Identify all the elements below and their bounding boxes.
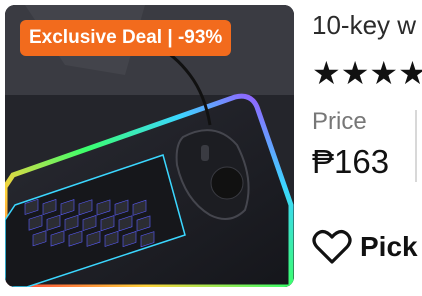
divider bbox=[415, 110, 417, 182]
pick-label: Pick bbox=[360, 231, 418, 262]
pick-button[interactable]: Pick bbox=[312, 226, 418, 268]
price-label: Price bbox=[312, 108, 367, 135]
product-image[interactable]: Exclusive Deal | -93% bbox=[5, 5, 294, 287]
price-value: ₱163 bbox=[312, 143, 390, 180]
heart-outline-icon bbox=[312, 230, 352, 264]
product-title[interactable]: 10-key w bbox=[312, 10, 416, 41]
rating-stars: ★★★★ bbox=[312, 55, 422, 91]
deal-badge: Exclusive Deal | -93% bbox=[20, 20, 232, 56]
